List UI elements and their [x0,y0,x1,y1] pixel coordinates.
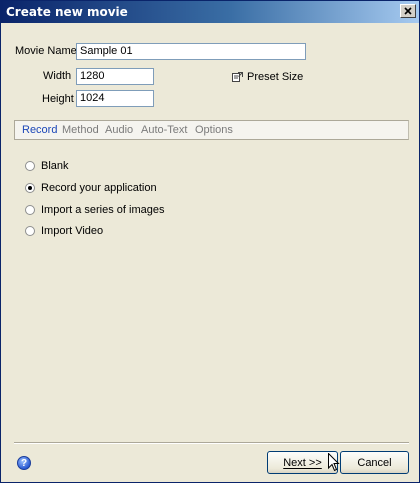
tab-options[interactable]: Options [195,124,233,136]
radio-import-images[interactable] [25,205,35,215]
movie-name-label: Movie Name [15,45,77,57]
radio-import-video[interactable] [25,226,35,236]
tab-auto-text[interactable]: Auto-Text [141,124,187,136]
next-button-label: Next >> [283,456,322,469]
movie-name-field[interactable]: Sample 01 [76,43,306,60]
tab-audio[interactable]: Audio [105,124,133,136]
tab-record[interactable]: Record [22,124,57,136]
height-field[interactable]: 1024 [76,90,154,107]
option-record-application[interactable]: Record your application [25,182,157,194]
radio-blank[interactable] [25,161,35,171]
preset-size-button[interactable]: Preset Size [232,71,303,83]
mouse-pointer-icon [328,453,340,472]
option-import-video[interactable]: Import Video [25,225,103,237]
height-label: Height [42,93,74,105]
radio-record-application[interactable] [25,183,35,193]
title-bar[interactable]: Create new movie [1,1,419,23]
cancel-button-label: Cancel [357,456,392,469]
option-blank-label: Blank [41,160,69,172]
window-title: Create new movie [6,5,128,19]
option-import-video-label: Import Video [41,225,104,237]
close-icon [404,7,412,15]
create-movie-dialog: Create new movie Movie Name Sample 01 Wi… [0,0,420,483]
option-blank[interactable]: Blank [25,160,69,172]
option-import-images-label: Import a series of images [41,204,165,216]
option-import-images[interactable]: Import a series of images [25,204,165,216]
tab-bar: Record Method Audio Auto-Text Options [14,120,409,140]
preset-size-label: Preset Size [247,71,304,83]
option-record-application-label: Record your application [41,182,157,194]
tab-method[interactable]: Method [62,124,99,136]
help-button[interactable]: ? [17,456,31,470]
cancel-button[interactable]: Cancel [340,451,409,474]
width-label: Width [43,70,72,82]
width-field[interactable]: 1280 [76,68,154,85]
help-icon: ? [20,457,28,469]
footer-divider [14,442,409,444]
close-button[interactable] [400,4,416,18]
preset-size-icon [232,71,243,82]
